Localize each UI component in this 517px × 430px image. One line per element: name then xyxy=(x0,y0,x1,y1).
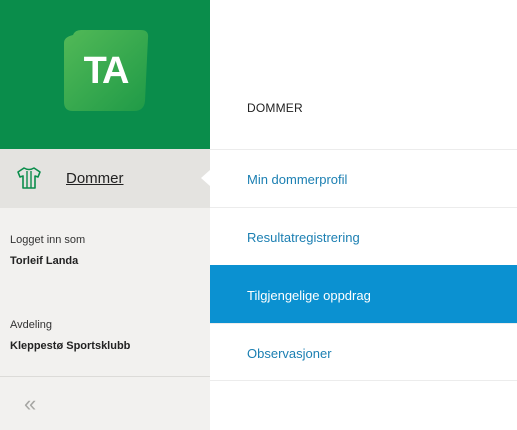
logo-text: TA xyxy=(83,50,130,92)
menu-item-observasjoner[interactable]: Observasjoner xyxy=(210,323,517,381)
menu-list: Min dommerprofil Resultatregistrering Ti… xyxy=(210,149,517,381)
double-chevron-left-icon[interactable]: « xyxy=(24,392,36,416)
sidebar-divider xyxy=(0,376,210,377)
menu-item-label[interactable]: Observasjoner xyxy=(247,346,332,361)
user-name: Torleif Landa xyxy=(10,255,79,267)
role-link[interactable]: Dommer xyxy=(66,170,124,187)
menu-item-label[interactable]: Tilgjengelige oppdrag xyxy=(247,288,371,303)
sidebar-item-dommer[interactable]: Dommer xyxy=(0,149,210,208)
menu-item-label[interactable]: Min dommerprofil xyxy=(247,172,347,187)
menu-item-tilgjengelige-oppdrag[interactable]: Tilgjengelige oppdrag xyxy=(210,265,517,323)
menu-item-min-dommerprofil[interactable]: Min dommerprofil xyxy=(210,149,517,207)
main-menu-panel: DOMMER Min dommerprofil Resultatregistre… xyxy=(210,0,517,430)
department-label: Avdeling xyxy=(10,319,52,331)
app-window: TA Dommer Logget inn som Torleif Landa A… xyxy=(0,0,517,430)
brand-logo[interactable]: TA xyxy=(61,29,150,113)
sidebar: TA Dommer Logget inn som Torleif Landa A… xyxy=(0,0,210,430)
logged-in-label: Logget inn som xyxy=(10,234,86,246)
logo-area: TA xyxy=(0,0,210,149)
menu-item-label[interactable]: Resultatregistrering xyxy=(247,230,360,245)
department-name: Kleppestø Sportsklubb xyxy=(10,340,131,352)
jersey-icon xyxy=(17,167,41,189)
section-title: DOMMER xyxy=(247,101,303,115)
menu-item-resultatregistrering[interactable]: Resultatregistrering xyxy=(210,207,517,265)
active-pointer xyxy=(201,170,210,186)
